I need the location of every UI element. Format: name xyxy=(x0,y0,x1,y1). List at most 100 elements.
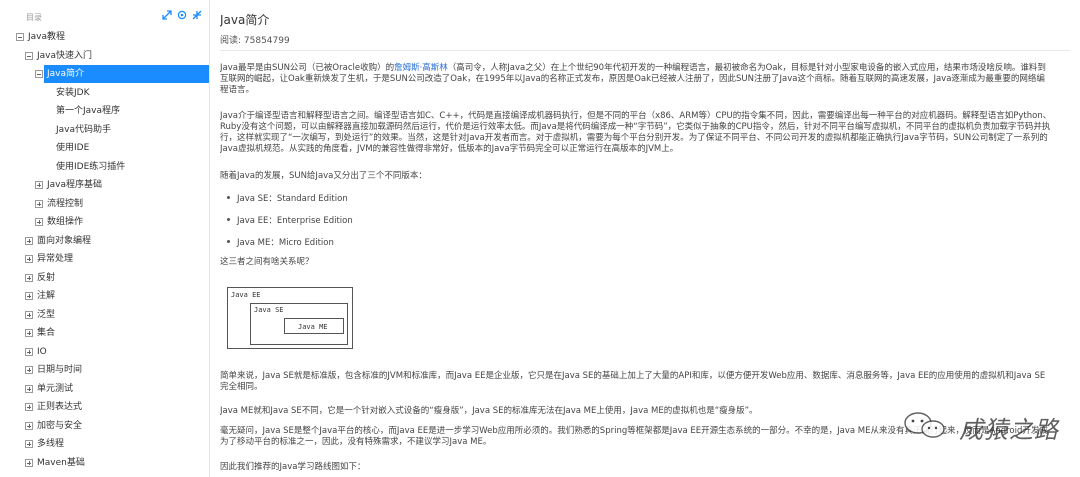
toc-item-label: Java简介 xyxy=(44,65,209,83)
sidebar-toolbar xyxy=(162,10,202,20)
diagram-box-me: Java ME xyxy=(284,318,344,334)
edition-se: Java SE：Standard Edition xyxy=(237,194,348,204)
expand-toggle-icon[interactable] xyxy=(25,255,33,263)
toc-item-label: 正则表达式 xyxy=(37,402,83,412)
watermark-text: 成猿之路 xyxy=(959,416,1059,444)
paragraph-roadmap: 因此我们推荐的Java学习路线图如下： xyxy=(220,462,366,472)
toc-item[interactable]: 安装JDK xyxy=(0,84,209,102)
expand-toggle-icon[interactable] xyxy=(25,347,33,356)
sidebar: 目录 Java教程 Java快速入门 Java简介安装JDK 第一个Java程序 Jav… xyxy=(0,0,210,477)
expand-icon[interactable] xyxy=(162,10,172,20)
toc-item[interactable]: IO xyxy=(0,343,209,361)
collapse-toggle-icon[interactable] xyxy=(25,51,33,60)
paragraph-question: 这三者之间有啥关系呢？ xyxy=(220,257,314,267)
list-item: Java ME：Micro Edition xyxy=(227,236,334,248)
toc-item[interactable]: Java教程 xyxy=(0,28,209,46)
sidebar-title: 目录 xyxy=(26,13,42,22)
toc-item-label: 集合 xyxy=(37,328,56,338)
expand-toggle-icon[interactable] xyxy=(25,292,33,300)
diagram-label-ee: Java EE xyxy=(231,291,261,299)
toc-item[interactable]: Java代码助手 xyxy=(0,121,209,139)
diagram-box-se: Java SE Java ME xyxy=(250,303,348,345)
expand-toggle-icon[interactable] xyxy=(25,310,33,319)
toc-item-label: 流程控制 xyxy=(47,198,84,209)
toc-item[interactable]: Java简介 xyxy=(0,65,209,83)
toc-item[interactable]: Java程序基础 xyxy=(0,176,209,194)
expand-toggle-icon[interactable] xyxy=(25,403,33,411)
toc-item[interactable]: 异常处理 xyxy=(0,250,209,268)
toc-item-label: 第一个Java程序 xyxy=(56,106,121,116)
toc-item[interactable]: 使用IDE xyxy=(0,139,209,157)
expand-toggle-icon[interactable] xyxy=(35,218,43,226)
toc-item[interactable]: 反射 xyxy=(0,269,209,287)
title-divider xyxy=(220,50,1070,51)
expand-toggle-icon[interactable] xyxy=(25,421,33,430)
article: Java简介 阅读: 75854799 Java最早是由SUN公司（已被Orac… xyxy=(220,0,1070,477)
watermark: 成猿之路 xyxy=(901,408,1061,444)
read-count: 阅读: 75854799 xyxy=(220,36,290,46)
toc-item[interactable]: 第一个Java程序 xyxy=(0,102,209,120)
toc-item-label: IO xyxy=(37,346,47,357)
toc-item[interactable]: 使用IDE练习插件 xyxy=(0,158,209,176)
toc-item[interactable]: 日期与时间 xyxy=(0,361,209,379)
toc-item[interactable]: 加密与安全 xyxy=(0,417,209,435)
toc-item-label: 单元测试 xyxy=(37,383,74,394)
toc-item[interactable]: Java快速入门 xyxy=(0,47,209,65)
toc-item-label: 反射 xyxy=(37,272,56,283)
paragraph-intro-before: Java最早是由SUN公司（已被Oracle收购）的 xyxy=(220,63,395,73)
page-title: Java简介 xyxy=(220,13,270,27)
toc-item-label: 泛型 xyxy=(37,309,56,320)
paragraph-editions: 随着Java的发展，SUN给Java又分出了三个不同版本： xyxy=(220,171,427,181)
list-item: Java EE：Enterprise Edition xyxy=(227,214,353,226)
toc-item[interactable]: 注解 xyxy=(0,287,209,305)
expand-toggle-icon[interactable] xyxy=(35,199,43,208)
toc-item-label: 安装JDK xyxy=(56,87,90,98)
paragraph-se-ee: 简单来说，Java SE就是标准版，包含标准的JVM和标准库，而Java EE是… xyxy=(220,371,1046,392)
expand-toggle-icon[interactable] xyxy=(25,236,33,245)
toc-item[interactable]: 泛型 xyxy=(0,306,209,324)
diagram-label-me: Java ME xyxy=(298,323,328,331)
toc-item[interactable]: 单元测试 xyxy=(0,380,209,398)
toc-item-label: Java快速入门 xyxy=(37,50,93,61)
toc-item-label: Java代码助手 xyxy=(56,124,112,135)
toc-item-label: 使用IDE练习插件 xyxy=(56,161,126,172)
author-link[interactable]: 詹姆斯·高斯林 xyxy=(394,63,448,73)
sidebar-header: 目录 xyxy=(0,10,209,26)
edition-diagram: Java EE Java SE Java ME xyxy=(227,287,353,349)
edition-me: Java ME：Micro Edition xyxy=(237,238,334,248)
paragraph-intro: Java最早是由SUN公司（已被Oracle收购）的詹姆斯·高斯林（高司令，人称… xyxy=(220,63,1052,96)
toc-item-label: 面向对象编程 xyxy=(37,235,92,246)
expand-toggle-icon[interactable] xyxy=(25,440,33,448)
toc-item-label: 注解 xyxy=(37,291,56,301)
collapse-icon[interactable] xyxy=(192,10,202,20)
list-item: Java SE：Standard Edition xyxy=(227,192,348,204)
expand-toggle-icon[interactable] xyxy=(25,458,33,467)
expand-toggle-icon[interactable] xyxy=(25,273,33,282)
diagram-label-se: Java SE xyxy=(254,306,284,314)
toc-item[interactable]: 正则表达式 xyxy=(0,398,209,416)
paragraph-compile: Java介于编译型语言和解释型语言之间。编译型语言如C、C++，代码是直接编译成… xyxy=(220,111,1052,154)
locate-icon[interactable] xyxy=(177,10,187,20)
toc-item[interactable]: 面向对象编程 xyxy=(0,232,209,250)
toc-item-label: 多线程 xyxy=(37,439,65,449)
toc-item[interactable]: 多线程 xyxy=(0,435,209,453)
toc-item-label: 加密与安全 xyxy=(37,420,83,431)
toc-item-label: Java程序基础 xyxy=(47,180,103,190)
toc-item[interactable]: 数组操作 xyxy=(0,213,209,231)
toc-item[interactable]: 流程控制 xyxy=(0,195,209,213)
expand-toggle-icon[interactable] xyxy=(35,181,43,189)
toc-item[interactable]: 集合 xyxy=(0,324,209,342)
wechat-icon xyxy=(904,412,945,438)
expand-toggle-icon[interactable] xyxy=(25,329,33,337)
toc-item-label: 异常处理 xyxy=(37,254,74,264)
toc-item[interactable]: Maven基础 xyxy=(0,454,209,472)
collapse-toggle-icon[interactable] xyxy=(35,70,43,78)
collapse-toggle-icon[interactable] xyxy=(16,33,24,41)
expand-toggle-icon[interactable] xyxy=(25,384,33,393)
toc-item-label: 日期与时间 xyxy=(37,365,83,375)
toc-item-label: Java教程 xyxy=(28,32,66,42)
edition-ee: Java EE：Enterprise Edition xyxy=(237,216,353,226)
toc-item-label: Maven基础 xyxy=(37,457,85,468)
expand-toggle-icon[interactable] xyxy=(25,366,33,374)
toc-item-label: 数组操作 xyxy=(47,217,84,227)
